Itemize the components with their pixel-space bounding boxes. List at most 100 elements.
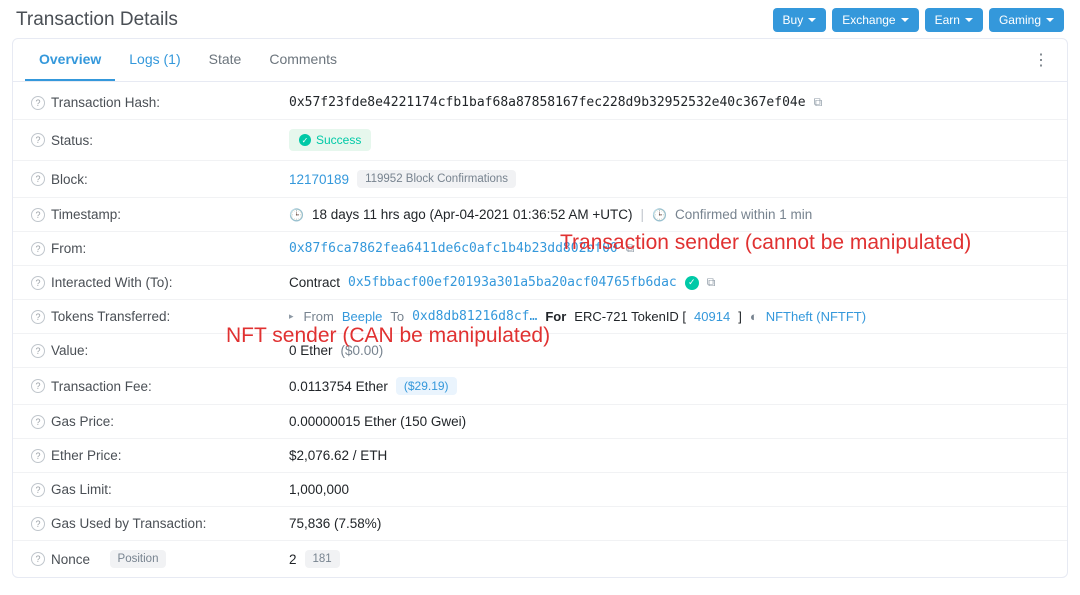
- row-gasprice: ? Gas Price: 0.00000015 Ether (150 Gwei): [13, 405, 1067, 439]
- value-usd: ($0.00): [341, 343, 384, 358]
- caret-down-icon: [808, 18, 816, 22]
- row-from: ? From: 0x87f6ca7862fea6411de6c0afc1b4b23…: [13, 232, 1067, 266]
- help-icon[interactable]: ?: [31, 96, 45, 110]
- clock-icon: 🕒: [652, 208, 667, 222]
- tab-comments[interactable]: Comments: [255, 39, 351, 81]
- token-standard: ERC-721 TokenID [: [574, 309, 686, 324]
- row-value: ? Value: 0 Ether ($0.00): [13, 334, 1067, 368]
- help-icon[interactable]: ?: [31, 449, 45, 463]
- token-id-link[interactable]: 40914: [694, 309, 730, 324]
- token-name-link[interactable]: NFTheft (NFTFT): [766, 309, 866, 324]
- etherprice-value: $2,076.62 / ETH: [289, 448, 387, 463]
- row-tokens: ?Tokens Transferred: ▸ From Beeple To 0x…: [13, 300, 1067, 334]
- from-address-link[interactable]: 0x87f6ca7862fea6411de6c0afc1b4b23dd802bf…: [289, 241, 618, 256]
- label: Nonce: [51, 552, 90, 567]
- tabs: Overview Logs (1) State Comments ⋮: [13, 39, 1067, 82]
- hash-value: 0x57f23fde8e4221174cfb1baf68a87858167fec…: [289, 95, 806, 110]
- buy-button[interactable]: Buy: [773, 8, 827, 32]
- row-hash: ? Transaction Hash: 0x57f23fde8e4221174cf…: [13, 86, 1067, 120]
- row-status: ? Status: ✓ Success: [13, 120, 1067, 161]
- row-block: ? Block: 12170189 119952 Block Confirmati…: [13, 161, 1067, 198]
- caret-down-icon: [965, 18, 973, 22]
- page-title: Transaction Details: [16, 9, 178, 31]
- gasprice-value: 0.00000015 Ether (150 Gwei): [289, 414, 466, 429]
- label: Transaction Hash:: [51, 95, 160, 110]
- help-icon[interactable]: ?: [31, 172, 45, 186]
- bullet-icon: ▸: [289, 311, 294, 322]
- label: Interacted With (To):: [51, 275, 173, 290]
- caret-down-icon: [901, 18, 909, 22]
- label: Gas Used by Transaction:: [51, 516, 206, 531]
- to-address-link[interactable]: 0x5fbbacf00ef20193a301a5ba20acf04765fb6d…: [348, 275, 677, 290]
- label: From:: [51, 241, 86, 256]
- tab-logs[interactable]: Logs (1): [115, 39, 194, 81]
- separator: |: [641, 207, 645, 222]
- label: Gas Price:: [51, 414, 114, 429]
- row-timestamp: ? Timestamp: 🕒 18 days 11 hrs ago (Apr-04…: [13, 198, 1067, 232]
- for-label: For: [545, 309, 566, 324]
- row-gaslimit: ? Gas Limit: 1,000,000: [13, 473, 1067, 507]
- confirmations-pill: 119952 Block Confirmations: [357, 170, 516, 188]
- details-rows: ? Transaction Hash: 0x57f23fde8e4221174cf…: [13, 82, 1067, 577]
- buy-label: Buy: [783, 13, 804, 27]
- copy-icon[interactable]: ⧉: [626, 241, 635, 256]
- gaming-button[interactable]: Gaming: [989, 8, 1064, 32]
- clock-icon: 🕒: [289, 208, 304, 222]
- to-label: To: [390, 309, 404, 324]
- fee-amount: 0.0113754 Ether: [289, 379, 388, 394]
- label: Status:: [51, 133, 93, 148]
- copy-icon[interactable]: ⧉: [814, 95, 823, 110]
- help-icon[interactable]: ?: [31, 276, 45, 290]
- help-icon[interactable]: ?: [31, 242, 45, 256]
- top-actions: Buy Exchange Earn Gaming: [773, 8, 1064, 32]
- label: Transaction Fee:: [51, 379, 152, 394]
- value-amount: 0 Ether: [289, 343, 333, 358]
- label: Gas Limit:: [51, 482, 112, 497]
- status-badge: ✓ Success: [289, 129, 371, 151]
- row-etherprice: ? Ether Price: $2,076.62 / ETH: [13, 439, 1067, 473]
- check-icon: ✓: [299, 134, 311, 146]
- help-icon[interactable]: ?: [31, 483, 45, 497]
- token-from-link[interactable]: Beeple: [342, 309, 382, 324]
- exchange-label: Exchange: [842, 13, 895, 27]
- gaslimit-value: 1,000,000: [289, 482, 349, 497]
- more-menu-icon[interactable]: ⋮: [1025, 46, 1057, 74]
- label: Block:: [51, 172, 88, 187]
- help-icon[interactable]: ?: [31, 379, 45, 393]
- timestamp-value: 18 days 11 hrs ago (Apr-04-2021 01:36:52…: [312, 207, 633, 222]
- help-icon[interactable]: ?: [31, 344, 45, 358]
- gaming-label: Gaming: [999, 13, 1041, 27]
- earn-button[interactable]: Earn: [925, 8, 983, 32]
- help-icon[interactable]: ?: [31, 517, 45, 531]
- position-pill-label: Position: [110, 550, 167, 568]
- gasused-value: 75,836 (7.58%): [289, 516, 381, 531]
- help-icon[interactable]: ?: [31, 133, 45, 147]
- row-nonce: ?Nonce Position 2 181: [13, 541, 1067, 577]
- bracket-close: ]: [738, 309, 742, 324]
- block-link[interactable]: 12170189: [289, 172, 349, 187]
- verified-icon: ✓: [685, 276, 699, 290]
- row-to: ?Interacted With (To): Contract 0x5fbbac…: [13, 266, 1067, 300]
- copy-icon[interactable]: ⧉: [707, 275, 716, 290]
- help-icon[interactable]: ?: [31, 208, 45, 222]
- from-label: From: [304, 309, 334, 324]
- nonce-value: 2: [289, 552, 297, 567]
- status-text: Success: [316, 133, 361, 147]
- label: Ether Price:: [51, 448, 122, 463]
- row-fee: ? Transaction Fee: 0.0113754 Ether ($29.1…: [13, 368, 1067, 405]
- tab-overview[interactable]: Overview: [25, 39, 115, 81]
- label: Value:: [51, 343, 88, 358]
- earn-label: Earn: [935, 13, 960, 27]
- transaction-card: Overview Logs (1) State Comments ⋮ ? Tran…: [12, 38, 1068, 578]
- exchange-button[interactable]: Exchange: [832, 8, 918, 32]
- token-to-link[interactable]: 0xd8db81216d8cf…: [412, 309, 537, 324]
- tab-state[interactable]: State: [195, 39, 256, 81]
- help-icon[interactable]: ?: [31, 310, 45, 324]
- caret-down-icon: [1046, 18, 1054, 22]
- fee-usd-pill: ($29.19): [396, 377, 457, 395]
- token-icon: ◐: [750, 309, 758, 324]
- help-icon[interactable]: ?: [31, 415, 45, 429]
- help-icon[interactable]: ?: [31, 552, 45, 566]
- label: Timestamp:: [51, 207, 121, 222]
- row-gasused: ? Gas Used by Transaction: 75,836 (7.58%): [13, 507, 1067, 541]
